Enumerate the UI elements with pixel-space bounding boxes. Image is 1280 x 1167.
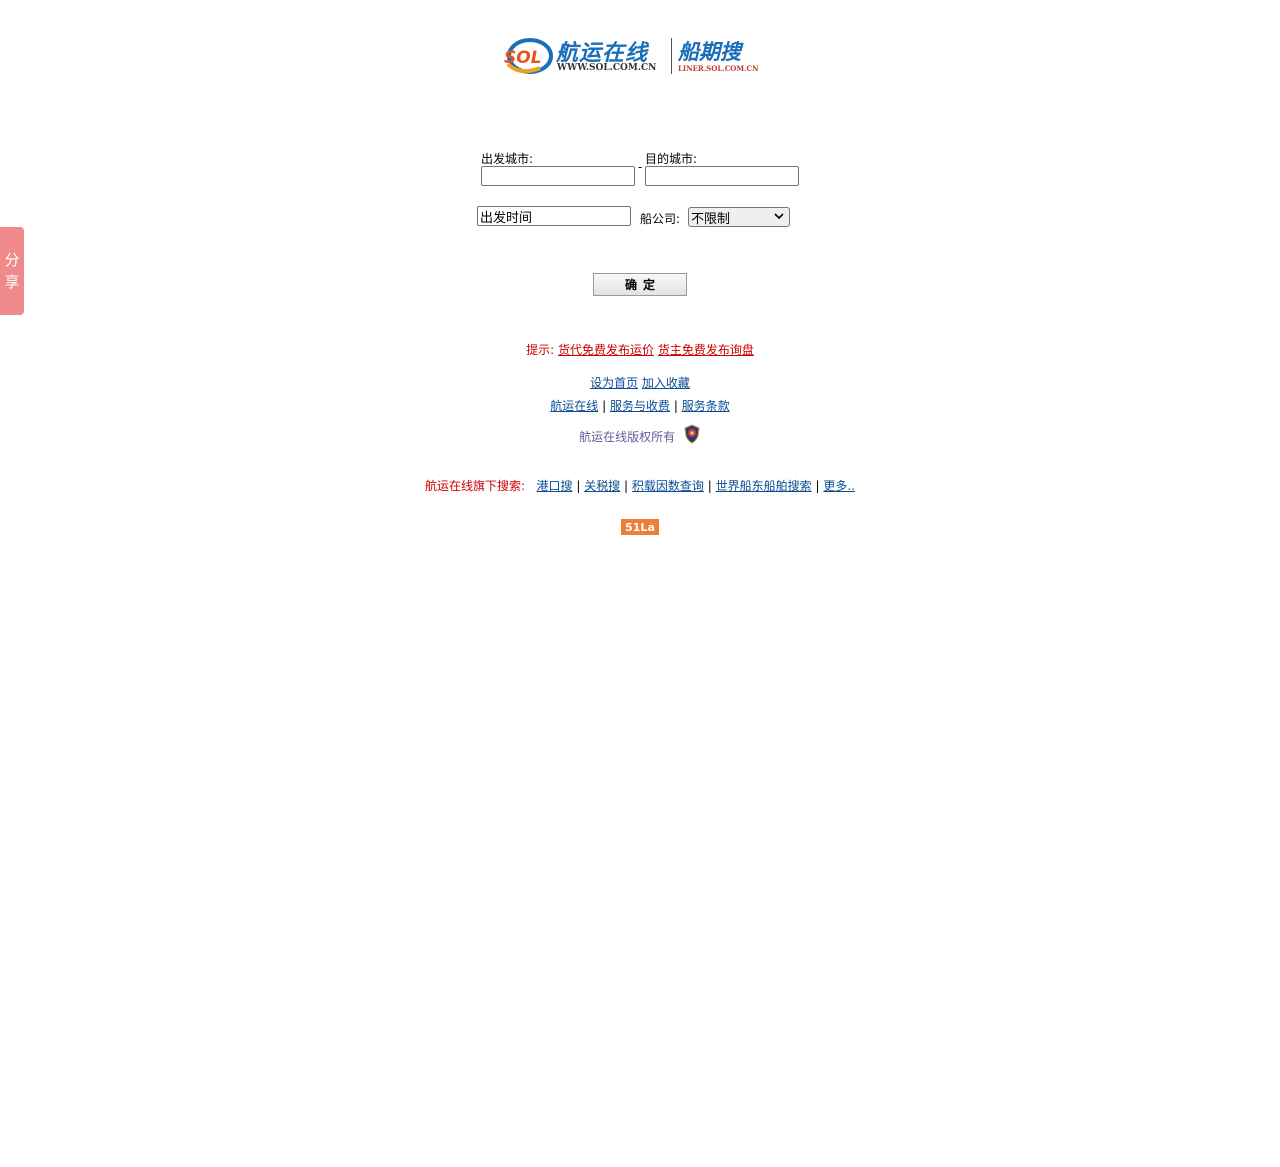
family-sep: | bbox=[707, 479, 712, 493]
footer-sep: | bbox=[673, 399, 678, 413]
site-logo[interactable]: SOL 航运在线 WWW.SOL.COM.CN 船期搜 LINER.SOL.CO… bbox=[500, 34, 762, 80]
police-badge-icon[interactable] bbox=[683, 424, 701, 444]
share-char-2: 享 bbox=[4, 273, 20, 291]
forwarder-publish-link[interactable]: 货代免费发布运价 bbox=[558, 343, 654, 357]
family-search-line: 航运在线旗下搜索: 港口搜 | 关税搜 | 积载因数查询 | 世界船东船舶搜索 … bbox=[0, 477, 1280, 494]
departure-date-input[interactable] bbox=[477, 206, 631, 226]
share-char-1: 分 bbox=[4, 251, 20, 269]
logo-sub-title: 船期搜 bbox=[678, 40, 741, 64]
logo-sub-url: LINER.SOL.COM.CN bbox=[678, 64, 759, 73]
family-link-stowage[interactable]: 积载因数查询 bbox=[632, 479, 704, 493]
family-sep: | bbox=[624, 479, 629, 493]
set-homepage-link[interactable]: 设为首页 bbox=[590, 376, 638, 390]
family-link-more[interactable]: 更多.. bbox=[823, 479, 855, 493]
footer-link-services[interactable]: 服务与收费 bbox=[610, 399, 670, 413]
departure-city-input[interactable] bbox=[481, 166, 635, 186]
share-tab[interactable]: 分 享 bbox=[0, 227, 24, 315]
tips-prefix: 提示: bbox=[526, 343, 555, 357]
logo-main-url: WWW.SOL.COM.CN bbox=[557, 63, 657, 73]
footer-link-terms[interactable]: 服务条款 bbox=[682, 399, 730, 413]
sol-mark-text: SOL bbox=[504, 48, 542, 68]
sol-logo-icon: SOL bbox=[504, 38, 553, 74]
destination-city-input[interactable] bbox=[645, 166, 799, 186]
confirm-button[interactable]: 确定 bbox=[593, 273, 687, 296]
family-sep: | bbox=[815, 479, 820, 493]
copyright-line: 航运在线版权所有 bbox=[0, 424, 1280, 445]
shortcut-links: 设为首页 加入收藏 bbox=[0, 374, 1280, 391]
logo-divider bbox=[671, 38, 672, 74]
add-bookmark-link[interactable]: 加入收藏 bbox=[642, 376, 690, 390]
stats-badge[interactable]: 51La bbox=[621, 519, 659, 535]
footer-link-sol[interactable]: 航运在线 bbox=[550, 399, 598, 413]
family-link-port[interactable]: 港口搜 bbox=[536, 479, 572, 493]
departure-label: 出发城市: bbox=[481, 152, 534, 166]
footer-links: 航运在线 | 服务与收费 | 服务条款 bbox=[0, 397, 1280, 414]
chevron-down-icon bbox=[774, 213, 784, 220]
footer-sep: | bbox=[602, 399, 607, 413]
shipper-inquiry-link[interactable]: 货主免费发布询盘 bbox=[658, 343, 754, 357]
destination-label: 目的城市: bbox=[645, 152, 698, 166]
carrier-selected-value: 不限制 bbox=[691, 211, 731, 227]
family-prefix: 航运在线旗下搜索: bbox=[424, 479, 526, 493]
tips-line: 提示: 货代免费发布运价 货主免费发布询盘 bbox=[0, 341, 1280, 358]
family-link-shipowner[interactable]: 世界船东船舶搜索 bbox=[716, 479, 812, 493]
family-link-tariff[interactable]: 关税搜 bbox=[584, 479, 620, 493]
carrier-select[interactable]: 不限制 bbox=[688, 207, 790, 227]
carrier-label: 船公司: bbox=[640, 212, 681, 226]
family-sep: | bbox=[576, 479, 581, 493]
copyright-text: 航运在线版权所有 bbox=[579, 430, 676, 444]
city-dash: - bbox=[638, 160, 643, 174]
